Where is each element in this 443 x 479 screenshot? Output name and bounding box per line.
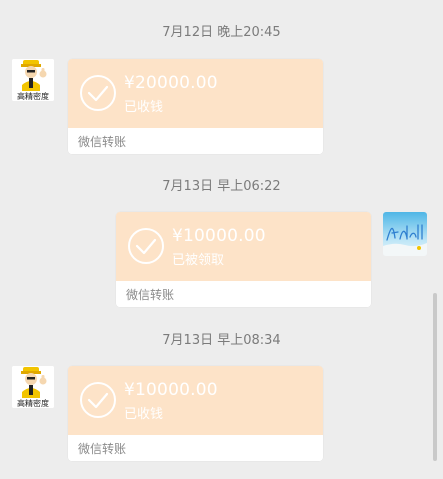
cartoon-worker-icon: 高精密度 [12, 366, 54, 408]
cartoon-worker-icon: 高精密度 [12, 59, 54, 101]
transfer-amount: ¥10000.00 [172, 226, 266, 246]
self-avatar[interactable] [383, 212, 427, 256]
avatar-label: 高精密度 [17, 91, 49, 101]
transfer-status: 已收钱 [124, 407, 164, 422]
check-circle-icon [128, 228, 164, 264]
avatar-label: 高精密度 [17, 398, 49, 408]
transfer-amount: ¥10000.00 [124, 380, 218, 400]
timestamp: 7月13日 早上06:22 [162, 179, 281, 194]
contact-avatar[interactable]: 高精密度 [12, 59, 54, 101]
transfer-amount: ¥20000.00 [124, 73, 218, 93]
transfer-footer-label: 微信转账 [126, 288, 175, 302]
transfer-status: 已被领取 [172, 253, 225, 268]
transfer-card-footer: 微信转账 [68, 128, 323, 154]
contact-avatar[interactable]: 高精密度 [12, 366, 54, 408]
timestamp: 7月12日 晚上20:45 [162, 25, 281, 40]
transfer-status: 已收钱 [124, 100, 164, 115]
transfer-card-footer: 微信转账 [116, 281, 371, 307]
check-circle-icon [80, 382, 116, 418]
scrollbar[interactable] [433, 293, 437, 461]
transfer-card[interactable]: ¥10000.00 已收钱 微信转账 [68, 366, 323, 461]
check-circle-icon [80, 75, 116, 111]
transfer-card[interactable]: ¥10000.00 已被领取 微信转账 [116, 212, 371, 307]
sky-handwriting-icon [383, 212, 427, 256]
transfer-card-footer: 微信转账 [68, 435, 323, 461]
transfer-footer-label: 微信转账 [78, 135, 127, 149]
transfer-card[interactable]: ¥20000.00 已收钱 微信转账 [68, 59, 323, 154]
timestamp: 7月13日 早上08:34 [162, 333, 281, 348]
transfer-footer-label: 微信转账 [78, 442, 127, 456]
